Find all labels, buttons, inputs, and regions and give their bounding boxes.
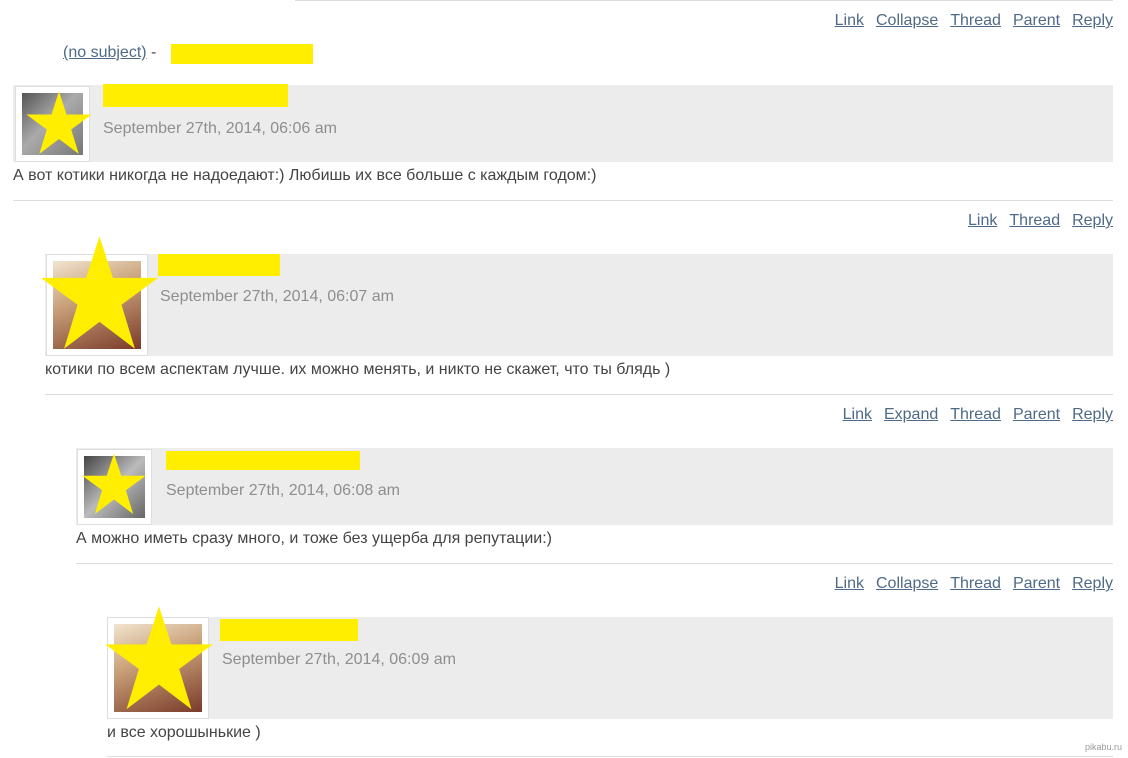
comment-divider: [76, 563, 1113, 564]
comment-body: А можно иметь сразу много, и тоже без ущ…: [76, 530, 552, 547]
collapse-link[interactable]: Collapse: [876, 12, 938, 30]
expand-link[interactable]: Expand: [884, 406, 938, 424]
link-link[interactable]: Link: [843, 406, 872, 424]
comment-date: September 27th, 2014, 06:09 am: [222, 651, 456, 668]
star-redaction-icon: [82, 453, 146, 515]
star-redaction-icon: [105, 606, 213, 710]
collapse-link[interactable]: Collapse: [876, 575, 938, 593]
parent-link[interactable]: Parent: [1013, 12, 1060, 30]
comment-date: September 27th, 2014, 06:07 am: [160, 288, 394, 305]
comment-divider: [45, 394, 1113, 395]
comment-actions-1: Link Collapse Thread Parent Reply: [835, 12, 1113, 30]
thread-link[interactable]: Thread: [950, 406, 1001, 424]
reply-link[interactable]: Reply: [1072, 12, 1113, 30]
subject-separator: -: [151, 44, 157, 61]
redacted-username: [166, 451, 360, 470]
star-redaction-icon: [26, 91, 92, 154]
thread-link[interactable]: Thread: [950, 12, 1001, 30]
parent-link[interactable]: Parent: [1013, 575, 1060, 593]
reply-link[interactable]: Reply: [1072, 212, 1113, 230]
redacted-username: [158, 254, 280, 276]
link-link[interactable]: Link: [835, 575, 864, 593]
parent-link[interactable]: Parent: [1013, 406, 1060, 424]
comment-actions-4: Link Collapse Thread Parent Reply: [835, 575, 1113, 593]
comment-body: котики по всем аспектам лучше. их можно …: [45, 361, 671, 378]
redacted-username: [220, 619, 358, 641]
subject-line: (no subject) -: [63, 44, 156, 62]
thread-link[interactable]: Thread: [950, 575, 1001, 593]
comment-date: September 27th, 2014, 06:06 am: [103, 120, 337, 137]
comment-divider: [13, 200, 1113, 201]
reply-link[interactable]: Reply: [1072, 575, 1113, 593]
watermark: pikabu.ru: [1084, 742, 1122, 752]
link-link[interactable]: Link: [835, 12, 864, 30]
star-redaction-icon: [40, 236, 159, 349]
comment-divider: [107, 756, 1113, 757]
comment-body: А вот котики никогда не надоедают:) Люби…: [13, 167, 597, 184]
subject-link[interactable]: (no subject): [63, 44, 147, 61]
comment-actions-2: Link Thread Reply: [968, 212, 1113, 230]
reply-link[interactable]: Reply: [1072, 406, 1113, 424]
redacted-username: [103, 84, 288, 107]
comment-body: и все хорошынькие ): [107, 724, 261, 741]
redacted-username: [171, 44, 313, 64]
link-link[interactable]: Link: [968, 212, 997, 230]
comment-actions-3: Link Expand Thread Parent Reply: [843, 406, 1113, 424]
thread-link[interactable]: Thread: [1009, 212, 1060, 230]
comment-date: September 27th, 2014, 06:08 am: [166, 482, 400, 499]
top-divider: [295, 0, 1113, 1]
